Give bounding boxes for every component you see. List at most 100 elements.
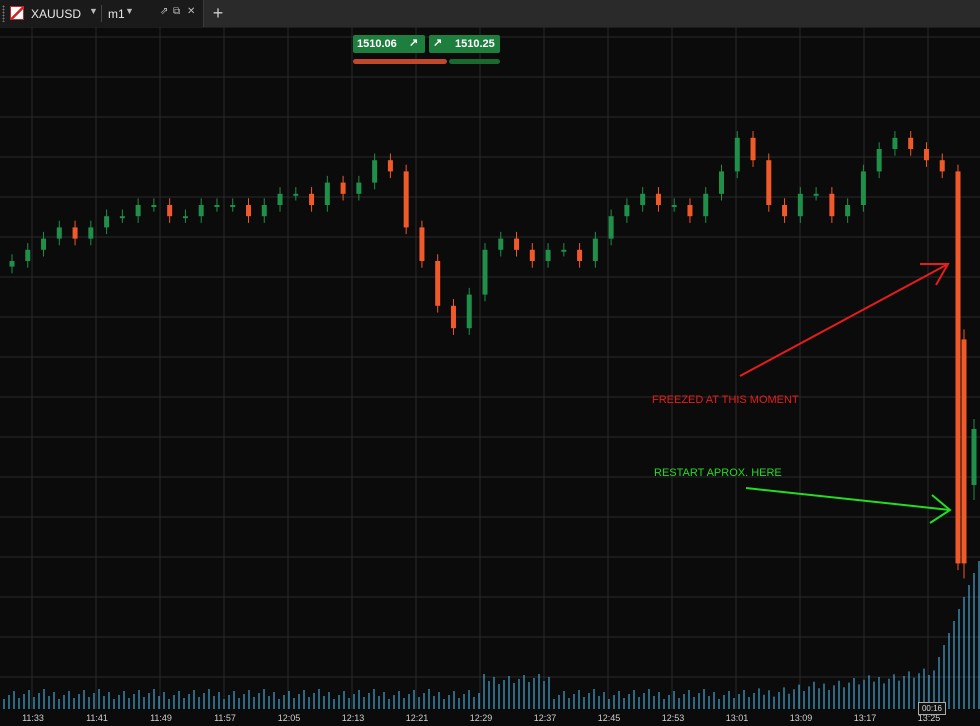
freeze-annotation: FREEZED AT THIS MOMENT [652, 394, 799, 406]
add-tab-icon[interactable]: + [209, 2, 227, 24]
candle-body [356, 182, 362, 194]
candlesticks [9, 131, 977, 579]
time-tick-label: 11:33 [22, 713, 44, 723]
candle-body [104, 216, 110, 228]
candle-body [293, 193, 299, 196]
candle-body [687, 205, 693, 217]
candle-body [860, 171, 866, 205]
volume-bars [3, 561, 980, 709]
candle-body [703, 193, 709, 217]
time-tick-label: 13:17 [854, 713, 877, 723]
candle-body [577, 249, 583, 261]
candle-body [971, 429, 977, 485]
candle-body [246, 205, 251, 217]
candle-body [845, 205, 851, 217]
candle-body [151, 205, 157, 207]
buy-volume-bar [449, 59, 500, 64]
candle-body [56, 227, 62, 239]
candle-body [214, 205, 220, 207]
candle-body [25, 249, 31, 261]
candle-body [387, 160, 393, 172]
candle-body [514, 238, 520, 250]
candle-body [309, 193, 315, 205]
candle-body [624, 205, 630, 217]
time-tick-label: 12:13 [342, 713, 365, 723]
chart-tab-bar: XAUUSD ▼ m1 ▼ ⇗ ⧉ ✕ + [0, 0, 980, 28]
candle-body [813, 193, 819, 196]
candle-body [324, 182, 330, 205]
candle-body [766, 160, 772, 205]
candle-body [655, 193, 661, 205]
external-link-icon[interactable]: ⇗ [160, 6, 168, 17]
candle-body [167, 205, 173, 217]
candle-body [640, 193, 646, 205]
candle-body [782, 205, 788, 217]
candle-body [198, 205, 204, 217]
timeframe-dropdown-icon[interactable]: ▼ [125, 6, 134, 16]
candle-body [671, 205, 677, 207]
drag-grip-icon[interactable] [2, 5, 5, 22]
chart-tab[interactable]: XAUUSD ▼ m1 ▼ ⇗ ⧉ ✕ [0, 0, 204, 27]
freeze-arrow [739, 263, 950, 377]
candle-body [72, 227, 78, 239]
candle-body [9, 261, 15, 267]
candle-body [955, 171, 961, 564]
timeframe-label[interactable]: m1 [108, 7, 125, 21]
sell-button[interactable]: 1510.06 ↗ [353, 35, 425, 53]
buy-price: 1510.25 [455, 38, 495, 50]
candle-body [498, 238, 504, 250]
time-tick-label: 12:21 [406, 713, 429, 723]
candle-body [482, 249, 488, 295]
buy-button[interactable]: ↗ 1510.25 [429, 35, 500, 53]
restart-annotation: RESTART APROX. HERE [654, 467, 782, 479]
candle-body [939, 160, 945, 172]
candle-body [435, 261, 441, 306]
sell-volume-bar [353, 59, 447, 64]
candle-body [182, 216, 188, 219]
time-tick-label: 11:41 [86, 713, 108, 723]
candle-body [277, 193, 283, 205]
symbol-label[interactable]: XAUUSD [31, 7, 81, 21]
candle-body [119, 216, 125, 219]
time-tick-label: 12:05 [278, 713, 301, 723]
candle-body [88, 227, 94, 239]
time-tick-label: 13:09 [790, 713, 813, 723]
candle-body [372, 160, 378, 183]
symbol-dropdown-icon[interactable]: ▼ [89, 6, 98, 16]
time-tick-label: 11:57 [214, 713, 236, 723]
candle-body [750, 137, 756, 161]
candle-body [961, 339, 967, 564]
close-icon[interactable]: ✕ [187, 6, 195, 17]
candle-body [561, 249, 567, 252]
candle-body [592, 238, 598, 261]
sell-arrow-icon: ↗ [409, 37, 419, 49]
candle-body [529, 249, 535, 261]
sell-price: 1510.06 [357, 38, 397, 50]
candle-body [734, 137, 740, 172]
candle-body [403, 171, 409, 228]
price-chart[interactable]: 11:33 11:41 11:49 11:57 12:05 12:13 12:21 12:29… [0, 27, 980, 726]
time-tick-label: 13:01 [726, 713, 749, 723]
restore-window-icon[interactable]: ⧉ [173, 6, 180, 17]
time-tick-label: 12:37 [534, 713, 557, 723]
time-tick-label: 12:45 [598, 713, 621, 723]
time-axis: 11:33 11:41 11:49 11:57 12:05 12:13 12:21 12:29… [22, 713, 940, 723]
candle-body [340, 182, 346, 194]
candle-body [608, 216, 614, 239]
time-tick-label: 11:49 [150, 713, 172, 723]
buy-arrow-icon: ↗ [433, 37, 443, 49]
candle-body [230, 205, 236, 207]
candle-countdown: 00:16 [918, 702, 946, 715]
chart-grid [0, 27, 980, 709]
candle-body [419, 227, 425, 261]
tab-separator [101, 5, 102, 22]
candle-body [466, 294, 472, 329]
candle-body [892, 137, 898, 149]
candle-body [135, 205, 141, 217]
symbol-flag-icon [10, 6, 24, 20]
candle-body [923, 149, 929, 161]
candle-body [719, 171, 724, 194]
restart-arrow [745, 487, 952, 524]
candle-body [908, 137, 914, 149]
candle-body [261, 205, 267, 217]
